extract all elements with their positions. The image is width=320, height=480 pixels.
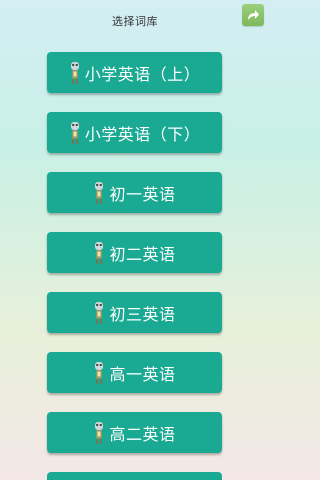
library-item-partial[interactable]	[47, 472, 222, 480]
library-item-junior-3[interactable]: 初三英语	[47, 292, 222, 333]
library-item-senior-1[interactable]: 高一英语	[47, 352, 222, 393]
library-label: 高二英语	[109, 424, 176, 444]
library-item-junior-1[interactable]: 初一英语	[47, 172, 222, 213]
page-title: 选择词库	[112, 15, 158, 28]
mascot-figure-icon	[70, 121, 79, 144]
mascot-figure-icon	[95, 361, 104, 384]
mascot-figure-icon	[70, 61, 79, 84]
library-label: 小学英语（下）	[84, 124, 201, 144]
library-item-primary-1[interactable]: 小学英语（上）	[47, 52, 222, 93]
library-item-senior-2[interactable]: 高二英语	[47, 412, 222, 453]
library-label: 初三英语	[109, 304, 176, 324]
mascot-figure-icon	[95, 241, 104, 264]
mascot-figure-icon	[95, 181, 104, 204]
mascot-figure-icon	[95, 421, 104, 444]
mascot-figure-icon	[95, 301, 104, 324]
library-label: 初一英语	[109, 184, 176, 204]
library-item-junior-2[interactable]: 初二英语	[47, 232, 222, 273]
library-label: 高一英语	[109, 364, 176, 384]
library-item-primary-2[interactable]: 小学英语（下）	[47, 112, 222, 153]
library-label: 小学英语（上）	[84, 64, 201, 84]
top-bar: 选择词库	[0, 0, 270, 42]
share-button[interactable]	[242, 4, 264, 26]
share-arrow-icon	[248, 10, 259, 20]
library-label: 初二英语	[109, 244, 176, 264]
